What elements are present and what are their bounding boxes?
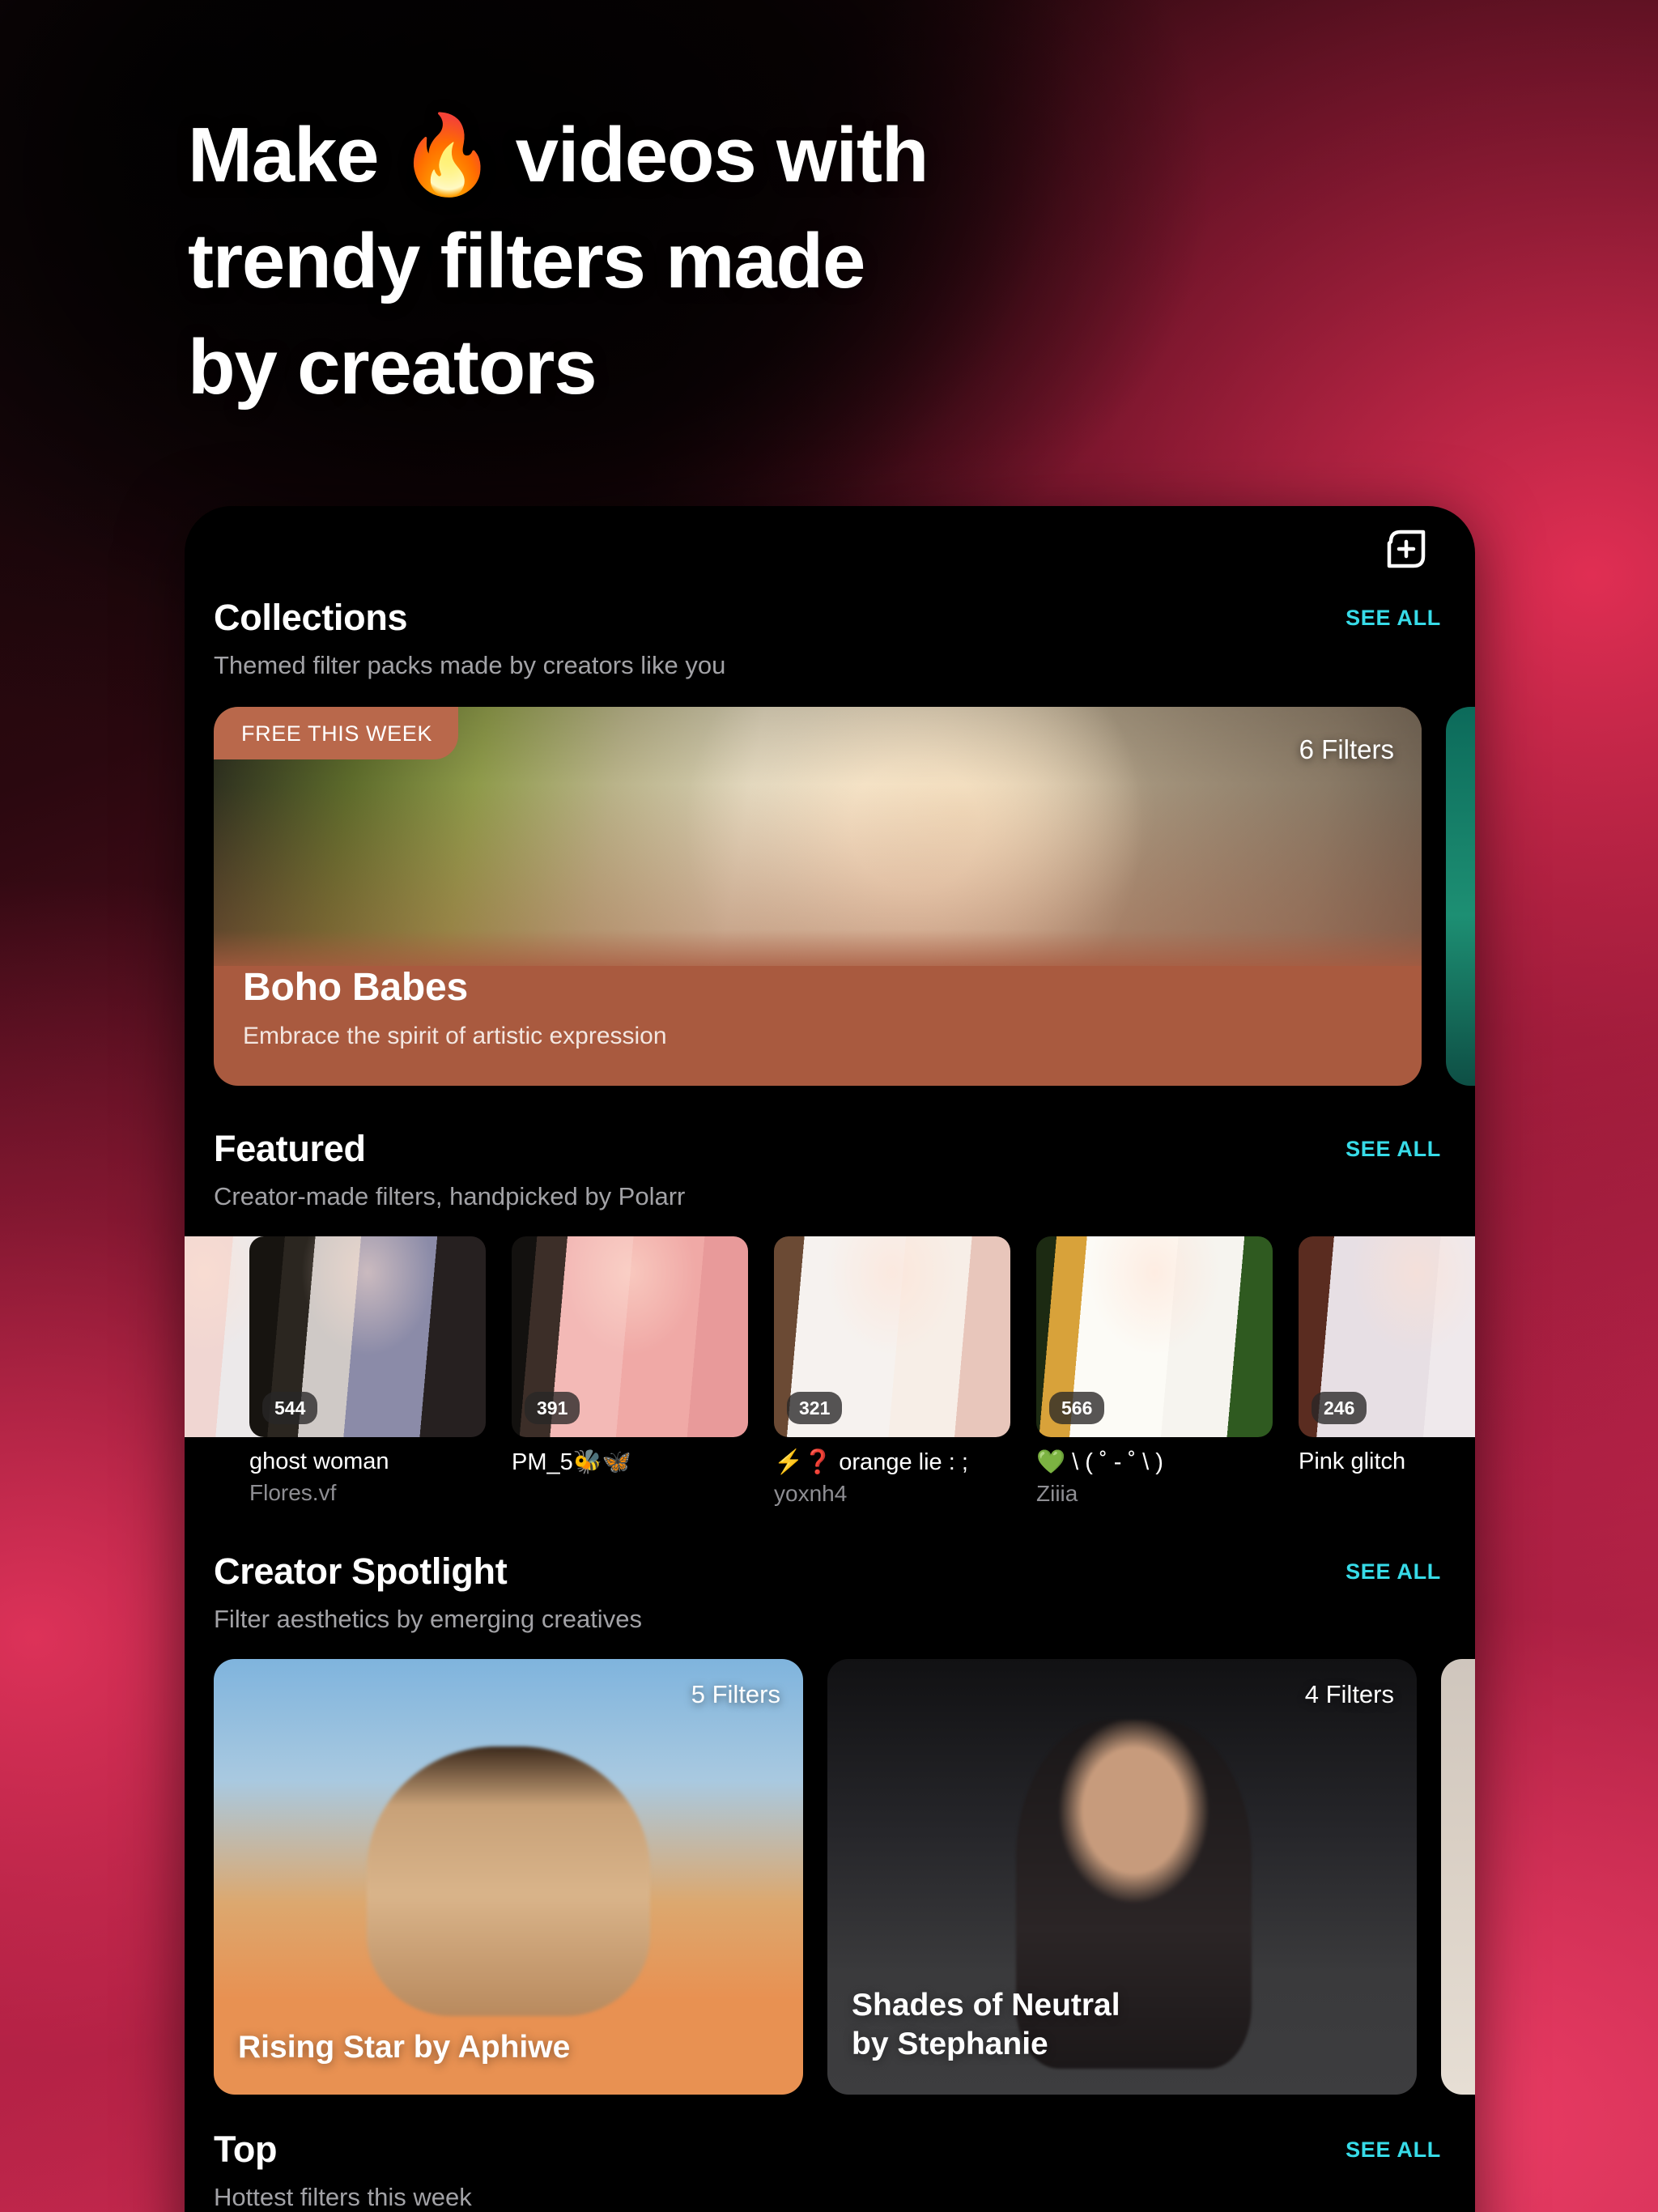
featured-use-count: 391	[525, 1392, 580, 1424]
featured-use-count: 321	[787, 1392, 843, 1424]
featured-filter-name: ghost woman	[249, 1448, 389, 1474]
collections-see-all[interactable]: SEE ALL	[1346, 597, 1441, 639]
spotlight-header: Creator Spotlight SEE ALL	[185, 1551, 1475, 1593]
featured-author: Flores.vf	[249, 1480, 337, 1505]
collection-card[interactable]: FREE THIS WEEK 6 Filters Boho Babes Embr…	[214, 707, 1422, 1086]
spotlight-see-all[interactable]: SEE ALL	[1346, 1551, 1441, 1593]
featured-use-count: 246	[1312, 1392, 1367, 1424]
featured-thumbnail: 321	[774, 1236, 1010, 1437]
featured-filter-name: Pink glitch	[1299, 1448, 1406, 1474]
collection-name: Boho Babes	[243, 966, 469, 1009]
featured-item[interactable]: sva 😻 sva	[185, 1236, 322, 1507]
featured-filter-name: ⚡❓ orange lie : ;	[774, 1449, 968, 1475]
spotlight-filter-count: 4 Filters	[1304, 1680, 1394, 1708]
featured-thumbnail: 566	[1036, 1236, 1273, 1437]
featured-author: sva	[185, 1481, 223, 1507]
featured-filter-name: 💚 \ ( ˚ - ˚ \ )	[1036, 1449, 1163, 1475]
featured-item[interactable]: 566 💚 \ ( ˚ - ˚ \ ) Ziiia	[1036, 1236, 1273, 1507]
featured-thumbnail: 246	[1299, 1236, 1475, 1437]
hero-headline: Make 🔥 videos with trendy filters made b…	[188, 102, 1208, 420]
featured-header: Featured SEE ALL	[185, 1128, 1475, 1170]
collection-filter-count: 6 Filters	[1299, 734, 1394, 764]
featured-author: yoxnh4	[774, 1481, 848, 1506]
featured-use-count: 566	[1049, 1392, 1105, 1424]
featured-item[interactable]: 321 ⚡❓ orange lie : ; yoxnh4	[774, 1236, 1010, 1507]
collections-carousel[interactable]: FREE THIS WEEK 6 Filters Boho Babes Embr…	[185, 681, 1475, 1086]
free-this-week-badge: FREE THIS WEEK	[214, 707, 458, 759]
featured-thumbnail: 544	[249, 1236, 486, 1437]
collections-header: Collections SEE ALL	[185, 597, 1475, 639]
spotlight-carousel[interactable]: 5 Filters Rising Star by Aphiwe 4 Filter…	[185, 1635, 1475, 2095]
spotlight-card-title: Rising Star by Aphiwe	[238, 2030, 571, 2065]
collection-card-body: Boho Babes Embrace the spirit of artisti…	[214, 965, 1422, 1086]
collection-description: Embrace the spirit of artistic expressio…	[243, 1023, 667, 1049]
featured-item[interactable]: 391 PM_5🐝🦋	[512, 1236, 748, 1507]
featured-carousel[interactable]: sva 😻 sva 544 ghost woman Flores.vf 391 …	[185, 1236, 1475, 1507]
spotlight-filter-count: 5 Filters	[691, 1680, 780, 1708]
headline-line-2: trendy filters made	[188, 218, 865, 304]
app-panel: Collections SEE ALL Themed filter packs …	[185, 506, 1475, 2212]
headline-line-3: by creators	[188, 324, 597, 410]
spotlight-card[interactable]: 4 Filters Shades of Neutral by Stephanie	[827, 1659, 1417, 2095]
panel-topbar	[185, 506, 1475, 597]
top-title: Top	[214, 2129, 278, 2170]
featured-filter-name: sva 😻	[185, 1448, 223, 1476]
featured-thumbnail: 391	[512, 1236, 748, 1437]
featured-title: Featured	[214, 1128, 366, 1169]
featured-author: Ziiia	[1036, 1481, 1078, 1506]
spotlight-card-title: Shades of Neutral by Stephanie	[852, 1988, 1120, 2061]
spotlight-title: Creator Spotlight	[214, 1551, 508, 1592]
collections-subtitle: Themed filter packs made by creators lik…	[214, 651, 726, 679]
spotlight-card-next[interactable]	[1441, 1659, 1475, 2095]
featured-use-count: 544	[262, 1392, 318, 1424]
collections-title: Collections	[214, 597, 408, 638]
headline-line-1: Make 🔥 videos with	[188, 112, 929, 198]
featured-see-all[interactable]: SEE ALL	[1346, 1128, 1441, 1170]
spotlight-subtitle: Filter aesthetics by emerging creatives	[214, 1605, 642, 1633]
add-square-icon[interactable]	[1381, 524, 1431, 574]
featured-subtitle: Creator-made filters, handpicked by Pola…	[214, 1182, 686, 1210]
featured-item[interactable]: 246 Pink glitch	[1299, 1236, 1475, 1507]
collection-card-next[interactable]	[1446, 707, 1475, 1086]
featured-filter-name: PM_5🐝🦋	[512, 1449, 631, 1475]
spotlight-card[interactable]: 5 Filters Rising Star by Aphiwe	[214, 1659, 803, 2095]
top-subtitle: Hottest filters this week	[214, 2183, 472, 2211]
top-see-all[interactable]: SEE ALL	[1346, 2129, 1441, 2171]
top-header: Top SEE ALL	[185, 2129, 1475, 2171]
featured-item[interactable]: 544 ghost woman Flores.vf	[249, 1236, 486, 1507]
